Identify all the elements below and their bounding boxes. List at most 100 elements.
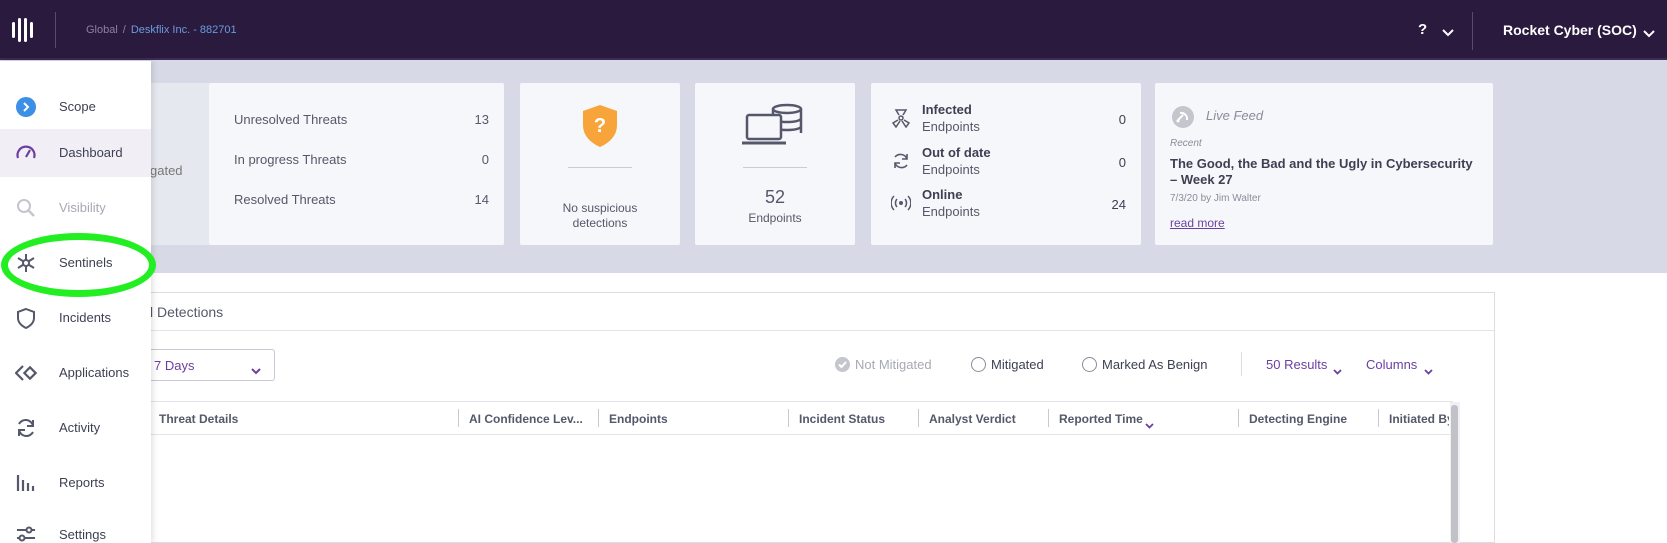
mitigated-radio[interactable] — [971, 357, 986, 372]
divider — [121, 330, 1494, 331]
resolved-threats-count: 14 — [474, 192, 489, 207]
applications-icon — [14, 362, 38, 384]
sidebar-item-label: Incidents — [59, 310, 112, 325]
unresolved-threats-label: Unresolved Threats — [234, 112, 348, 127]
endpoints-card[interactable]: 52 Endpoints — [695, 83, 855, 245]
account-menu[interactable]: Rocket Cyber (SOC) — [1503, 22, 1637, 38]
inprogress-threats-row[interactable]: In progress Threats 0 — [234, 152, 489, 167]
col-detecting-engine[interactable]: Detecting Engine — [1249, 412, 1347, 426]
breadcrumb-account[interactable]: Deskflix Inc. - 882701 — [131, 24, 237, 36]
sidebar-item-visibility[interactable]: Visibility — [0, 184, 151, 232]
col-endpoints[interactable]: Endpoints — [609, 412, 668, 426]
sidebar-item-label: Reports — [59, 475, 105, 490]
benign-radio[interactable] — [1082, 357, 1097, 372]
settings-icon — [15, 524, 37, 543]
col-incident-status[interactable]: Incident Status — [799, 412, 885, 426]
results-chevron-down-icon[interactable] — [1333, 362, 1342, 380]
infected-label: Infected — [922, 102, 972, 117]
live-feed-meta: 7/3/20 by Jim Walter — [1170, 193, 1261, 204]
help-button[interactable]: ? — [1418, 21, 1427, 38]
refresh-icon — [891, 151, 911, 176]
sidebar-item-label: Sentinels — [59, 255, 113, 270]
shield-question-icon: ? — [580, 103, 620, 154]
column-resizer[interactable] — [918, 409, 919, 427]
column-resizer[interactable] — [1378, 409, 1379, 427]
chevron-down-icon — [251, 362, 261, 380]
column-resizer[interactable] — [598, 409, 599, 427]
sidebar-item-sentinels[interactable]: Sentinels — [0, 239, 151, 287]
radiation-icon — [891, 108, 911, 133]
sidebar-item-dashboard[interactable]: Dashboard — [0, 129, 151, 177]
divider — [743, 167, 807, 168]
column-resizer[interactable] — [788, 409, 789, 427]
sidebar-item-incidents[interactable]: Incidents — [0, 294, 151, 342]
divider — [1241, 352, 1242, 376]
incidents-icon — [15, 307, 37, 330]
resolved-threats-row[interactable]: Resolved Threats 14 — [234, 192, 489, 207]
sidebar-item-settings[interactable]: Settings — [0, 511, 151, 543]
live-feed-card: Live Feed Recent The Good, the Bad and t… — [1155, 83, 1493, 245]
col-initiated-by[interactable]: Initiated By — [1389, 412, 1449, 426]
columns-chevron-down-icon[interactable] — [1424, 362, 1433, 380]
sidebar-item-reports[interactable]: Reports — [0, 459, 151, 507]
not-mitigated-checkbox[interactable] — [835, 357, 850, 372]
unresolved-threats-count: 13 — [474, 112, 489, 127]
table-scrollbar-thumb[interactable] — [1451, 405, 1458, 543]
divider — [1472, 12, 1473, 50]
reports-icon — [15, 472, 37, 494]
divider — [55, 12, 56, 48]
sidebar-item-applications[interactable]: Applications — [0, 349, 151, 397]
unresolved-threats-row[interactable]: Unresolved Threats 13 — [234, 112, 489, 127]
sidebar-item-label: Scope — [59, 99, 96, 114]
detections-title: l Detections — [150, 304, 224, 320]
endpoints-count: 52 — [764, 187, 786, 207]
resolved-threats-label: Resolved Threats — [234, 192, 336, 207]
breadcrumb-separator: / — [122, 24, 126, 36]
endpoint-status-card: Infected Endpoints 0 Out of date Endpoin… — [871, 83, 1141, 245]
column-resizer[interactable] — [1238, 409, 1239, 427]
mitigated-label[interactable]: Mitigated — [991, 357, 1044, 372]
results-per-page-select[interactable]: 50 Results — [1266, 357, 1327, 372]
column-resizer[interactable] — [1048, 409, 1049, 427]
help-chevron-down-icon[interactable] — [1442, 24, 1454, 42]
suspicious-detections-label: No suspicious detections — [520, 201, 680, 231]
sidebar-item-label: Settings — [59, 527, 106, 542]
outdated-label: Out of date — [922, 145, 991, 160]
account-chevron-down-icon[interactable] — [1643, 25, 1655, 43]
not-mitigated-label[interactable]: Not Mitigated — [855, 357, 932, 372]
sort-desc-icon[interactable] — [1145, 416, 1154, 434]
outdated-count: 0 — [1118, 155, 1126, 170]
sidebar-item-scope[interactable]: Scope — [0, 83, 151, 131]
breadcrumb-global[interactable]: Global — [86, 24, 118, 36]
col-threat-details[interactable]: Threat Details — [159, 412, 238, 426]
columns-button[interactable]: Columns — [1366, 357, 1417, 372]
svg-text:?: ? — [594, 115, 606, 137]
read-more-link[interactable]: read more — [1170, 216, 1225, 230]
inprogress-threats-label: In progress Threats — [234, 152, 347, 167]
sentinels-icon — [15, 252, 37, 274]
broadcast-icon — [890, 193, 912, 218]
live-feed-headline[interactable]: The Good, the Bad and the Ugly in Cybers… — [1170, 156, 1480, 188]
sidebar: Scope Dashboard Visibility Sentinels Inc… — [0, 61, 151, 543]
scope-icon — [15, 96, 37, 118]
live-feed-recent: Recent — [1170, 138, 1202, 149]
col-reported-time[interactable]: Reported Time — [1059, 412, 1143, 426]
column-resizer[interactable] — [458, 409, 459, 427]
sidebar-item-activity[interactable]: Activity — [0, 404, 151, 452]
dashboard-icon — [15, 142, 37, 164]
suspicious-line2: detections — [572, 216, 628, 230]
activity-icon — [15, 417, 37, 439]
benign-label[interactable]: Marked As Benign — [1102, 357, 1208, 372]
sidebar-item-label: Applications — [59, 365, 130, 380]
top-bar: Global / Deskflix Inc. - 882701 ? Rocket C… — [0, 0, 1667, 60]
mitigation-card-label: gated — [150, 163, 183, 178]
live-feed-title: Live Feed — [1206, 108, 1264, 123]
col-analyst-verdict[interactable]: Analyst Verdict — [929, 412, 1016, 426]
online-sublabel: Endpoints — [922, 204, 980, 219]
date-range-value: 7 Days — [154, 358, 195, 373]
inprogress-threats-count: 0 — [481, 152, 489, 167]
sentinelone-logo-icon[interactable] — [10, 16, 36, 44]
suspicious-line1: No suspicious — [562, 201, 638, 215]
suspicious-detections-card: ? No suspicious detections — [520, 83, 680, 245]
col-ai-confidence[interactable]: AI Confidence Lev... — [469, 412, 583, 426]
